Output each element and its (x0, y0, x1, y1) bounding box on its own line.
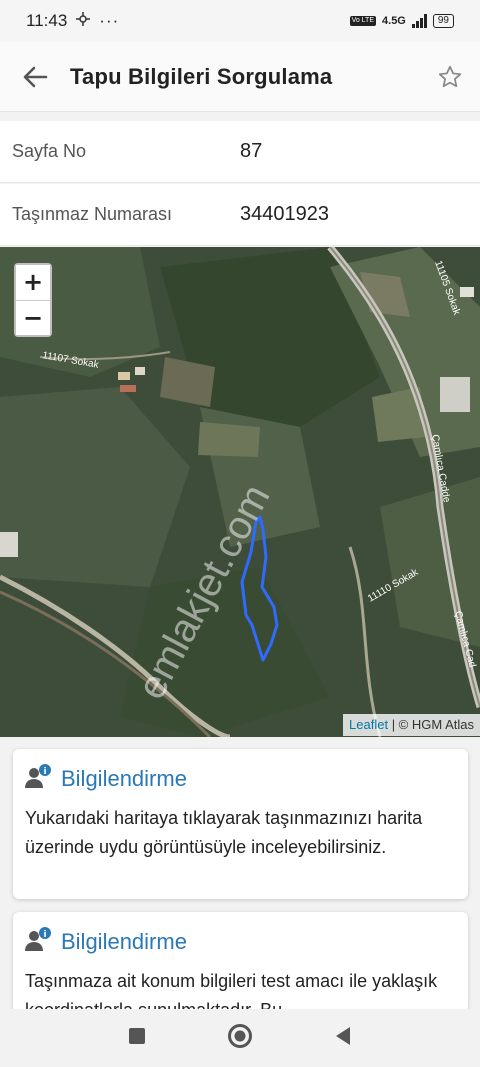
card-title: Bilgilendirme (61, 928, 187, 954)
card-text: Yukarıdaki haritaya tıklayarak taşınmazı… (25, 808, 423, 857)
map-attribution: Leaflet | © HGM Atlas (343, 714, 480, 736)
card-text: Taşınmaza ait konum bilgileri test amacı… (25, 971, 438, 1012)
field-row-sayfa-no: Sayfa No 87 (0, 121, 480, 183)
status-bar: 11:43 ··· Vo LTE 4.5G 99 (0, 0, 480, 42)
info-card: i Bilgilendirme Taşınmaza ait konum bilg… (13, 912, 468, 1012)
recents-button[interactable] (127, 1026, 147, 1051)
field-label: Sayfa No (12, 141, 87, 161)
back-button[interactable] (0, 42, 70, 112)
zoom-control: + − (14, 263, 52, 337)
circle-icon (228, 1023, 252, 1048)
star-icon (438, 65, 462, 87)
favorite-button[interactable] (420, 42, 480, 112)
map-imagery: 11107 Sokak 11105 Sokak Çamlıca Cadde 11… (0, 247, 480, 737)
field-label: Taşınmaz Numarası (12, 204, 173, 224)
leaflet-link[interactable]: Leaflet (349, 717, 388, 732)
app-notification-icon (75, 11, 91, 32)
clock: 11:43 (26, 11, 68, 30)
attribution-source: HGM Atlas (411, 717, 474, 732)
square-icon (129, 1027, 145, 1044)
home-button[interactable] (227, 1023, 253, 1054)
info-card: i Bilgilendirme Yukarıdaki haritaya tıkl… (13, 749, 468, 899)
field-value: 87 (240, 140, 263, 162)
user-info-icon: i (25, 926, 53, 957)
attribution-separator: | © (388, 717, 412, 732)
battery-icon: 99 (432, 14, 454, 28)
back-nav-button[interactable] (333, 1025, 353, 1052)
field-row-tasinmaz-numarasi: Taşınmaz Numarası 34401923 (0, 184, 480, 246)
more-notifications-icon: ··· (99, 11, 120, 30)
arrow-left-icon (23, 66, 48, 87)
page-title: Tapu Bilgileri Sorgulama (70, 63, 333, 89)
svg-text:i: i (43, 930, 46, 940)
system-nav-bar (0, 1009, 480, 1067)
triangle-back-icon (336, 1026, 350, 1045)
field-value: 34401923 (240, 203, 329, 225)
app-bar: Tapu Bilgileri Sorgulama (0, 42, 480, 112)
satellite-map[interactable]: 11107 Sokak 11105 Sokak Çamlıca Cadde 11… (0, 247, 480, 737)
user-info-icon: i (25, 763, 53, 794)
signal-icon (411, 14, 427, 28)
network-type: 4.5G (382, 15, 406, 27)
card-title: Bilgilendirme (61, 765, 187, 791)
svg-text:i: i (43, 767, 46, 777)
volte-icon: Vo LTE (349, 16, 377, 26)
zoom-in-button[interactable]: + (16, 265, 50, 300)
zoom-out-button[interactable]: − (16, 300, 50, 335)
